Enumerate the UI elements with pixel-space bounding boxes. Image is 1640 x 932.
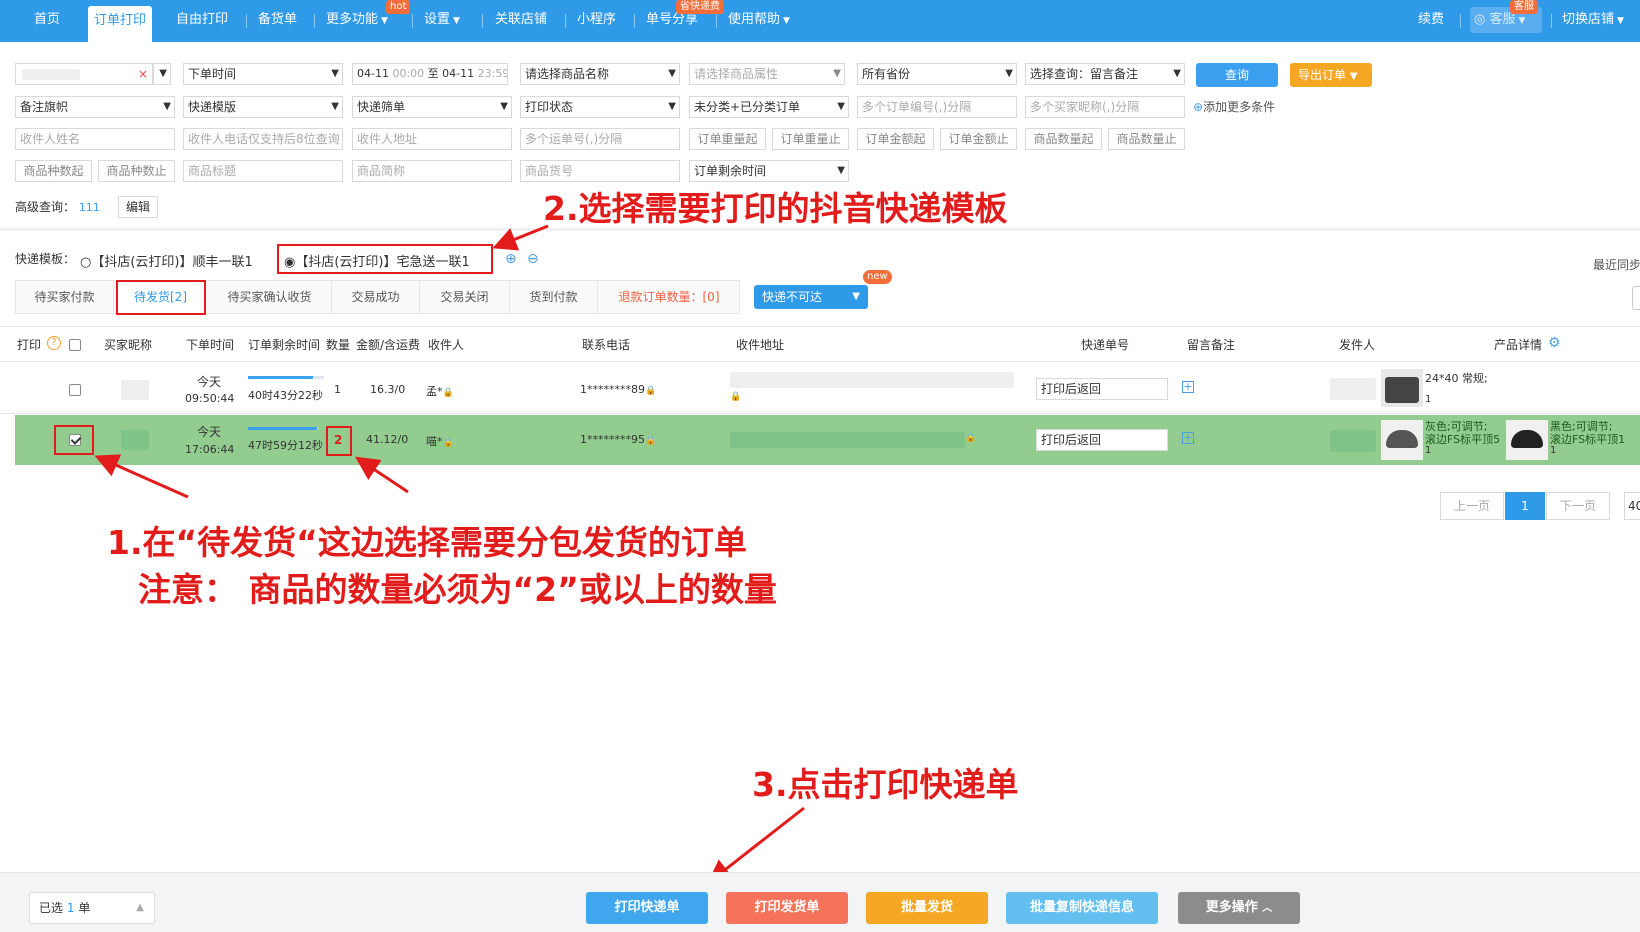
batch-ship-button[interactable]: 批量发货	[866, 892, 988, 924]
annotation-arrows	[94, 224, 805, 884]
selected-count: 1	[66, 901, 75, 915]
more-actions-button[interactable]: 更多操作 ︿	[1178, 892, 1300, 924]
print-waybill-button[interactable]: 打印快递单	[586, 892, 708, 924]
arrow-to-checkbox	[94, 454, 189, 499]
arrow-to-template	[492, 224, 549, 251]
chevron-up-icon: ▲	[136, 902, 144, 913]
selected-prefix: 已选	[39, 901, 64, 915]
arrow-to-quantity	[355, 456, 409, 494]
more-actions-label: 更多操作	[1205, 900, 1258, 915]
batch-copy-express-button[interactable]: 批量复制快递信息	[1006, 892, 1158, 924]
selected-suffix: 单	[78, 901, 91, 915]
arrow-to-print-button	[707, 806, 805, 884]
chevron-up-icon: ︿	[1262, 903, 1273, 914]
print-shipping-list-button[interactable]: 打印发货单	[726, 892, 848, 924]
selected-count-dropdown[interactable]: 已选 1 单 ▲	[29, 892, 155, 924]
